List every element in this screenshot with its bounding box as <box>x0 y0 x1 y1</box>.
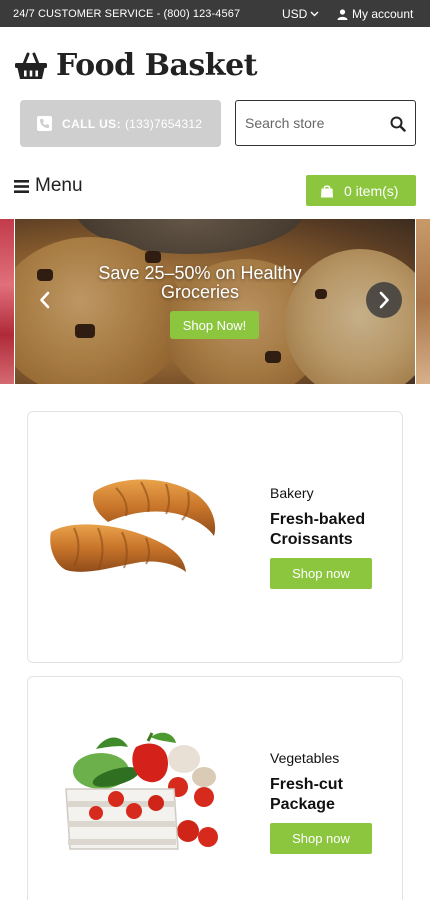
product-name: Fresh-cut Package <box>270 776 343 813</box>
call-us-button[interactable]: CALL US: (133)7654312 <box>20 100 221 147</box>
slide-shop-now-button[interactable]: Shop Now! <box>170 311 259 339</box>
cart-button[interactable]: 0 item(s) <box>306 175 416 206</box>
logo-text: Food Basket <box>56 48 258 83</box>
search-icon[interactable] <box>389 115 407 133</box>
cart-count: 0 item(s) <box>344 182 399 199</box>
menu-toggle[interactable]: Menu <box>14 175 83 197</box>
currency-label: USD <box>282 7 308 21</box>
top-bar: 24/7 CUSTOMER SERVICE - (800) 123-4567 U… <box>0 0 430 27</box>
basket-icon <box>15 52 47 79</box>
phone-icon <box>37 116 52 131</box>
menu-label: Menu <box>35 175 83 196</box>
currency-selector[interactable]: USD <box>282 7 319 21</box>
slider-prev-button[interactable] <box>27 282 63 318</box>
vegetable-crate-image <box>65 732 218 850</box>
chevron-down-icon <box>310 11 319 17</box>
product-category: Vegetables <box>270 750 340 766</box>
shop-now-button[interactable]: Shop now <box>270 823 372 854</box>
product-card: Vegetables Fresh-cut Package Shop now <box>27 676 403 900</box>
call-us-number: (133)7654312 <box>124 116 203 131</box>
slide-title: Save 25–50% on Healthy Groceries <box>98 263 302 302</box>
chevron-right-icon <box>379 291 389 309</box>
chevron-left-icon <box>40 291 50 309</box>
my-account-label: My account <box>352 7 414 21</box>
my-account-link[interactable]: My account <box>337 7 413 21</box>
search-box <box>235 100 416 146</box>
user-icon <box>337 8 348 20</box>
previous-slide-peek <box>0 219 14 384</box>
customer-service-text: 24/7 CUSTOMER SERVICE - (800) 123-4567 <box>13 8 241 20</box>
shopping-bag-icon <box>321 184 333 197</box>
hamburger-icon <box>14 179 29 193</box>
product-card: Bakery Fresh-baked Croissants Shop now <box>27 411 403 663</box>
product-name: Fresh-baked Croissants <box>270 511 366 548</box>
croissants-image <box>50 479 216 572</box>
slider-next-button[interactable] <box>366 282 402 318</box>
next-slide-peek <box>416 219 430 384</box>
shop-now-button[interactable]: Shop now <box>270 558 372 589</box>
site-logo[interactable]: Food Basket <box>15 48 258 83</box>
search-input[interactable] <box>245 113 385 133</box>
call-us-label: CALL US: <box>62 116 121 131</box>
product-category: Bakery <box>270 485 314 501</box>
